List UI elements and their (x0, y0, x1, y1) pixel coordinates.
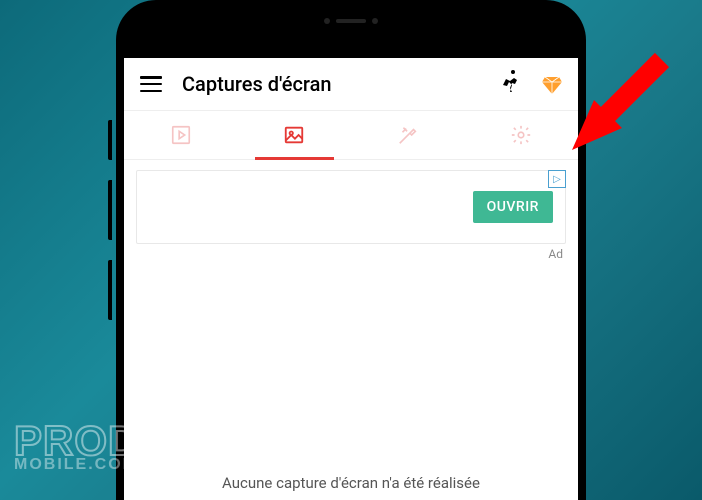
phone-volume-down (108, 260, 112, 320)
tab-image[interactable] (238, 111, 352, 159)
empty-state-message: Aucune capture d'écran n'a été réalisée (124, 474, 578, 492)
app-screen: Captures d'écran (124, 58, 578, 500)
adchoices-icon[interactable]: ▷ (548, 170, 566, 188)
phone-power-button (108, 120, 112, 160)
ad-label: Ad (548, 247, 563, 261)
location-icon (506, 33, 520, 51)
tab-settings[interactable] (465, 111, 579, 159)
premium-diamond-icon[interactable] (542, 74, 562, 94)
phone-volume-up (108, 180, 112, 240)
status-bar: BbB (124, 28, 578, 56)
app-bar: Captures d'écran (124, 58, 578, 110)
carrier-label: BbB (170, 35, 194, 50)
tab-tools[interactable] (351, 111, 465, 159)
page-title: Captures d'écran (182, 72, 332, 96)
wifi-icon (200, 34, 216, 50)
ad-open-button[interactable]: OUVRIR (473, 191, 553, 223)
signal-icon (148, 34, 164, 50)
content-area: ▷ OUVRIR Ad Aucune capture d'écran n'a é… (124, 160, 578, 500)
runner-icon[interactable] (498, 70, 522, 98)
phone-frame: BbB (116, 0, 586, 500)
battery-icon (526, 33, 554, 51)
ad-banner[interactable]: ▷ OUVRIR Ad (136, 170, 566, 244)
tab-video[interactable] (124, 111, 238, 159)
menu-button[interactable] (140, 76, 162, 92)
tab-bar (124, 110, 578, 160)
